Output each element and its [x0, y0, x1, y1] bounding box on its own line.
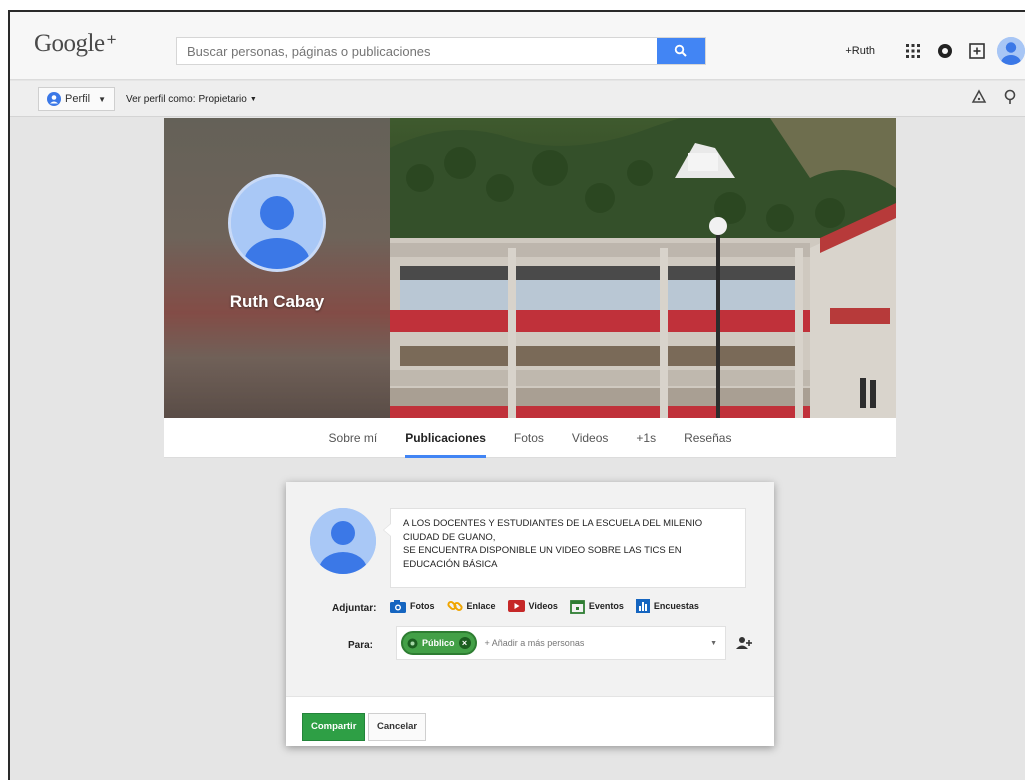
- share-top-button[interactable]: [961, 43, 993, 59]
- profile-subbar: Perfil ▼ Ver perfil como: Propietario ▼: [10, 81, 1025, 117]
- user-avatar-icon: [231, 177, 323, 269]
- tab-plus-ones[interactable]: +1s: [636, 418, 656, 458]
- search-button[interactable]: [657, 38, 705, 64]
- chevron-down-icon[interactable]: ▼: [710, 640, 717, 647]
- logo-text: Google: [34, 30, 105, 57]
- add-more-people-input[interactable]: + Añadir a más personas: [485, 638, 711, 648]
- view-as-value: Propietario: [198, 94, 247, 105]
- attach-video-button[interactable]: Videos: [507, 600, 558, 612]
- view-as-label: Ver perfil como:: [126, 94, 196, 105]
- top-bar: Google+ +Ruth: [10, 12, 1025, 80]
- link-icon: [446, 600, 463, 612]
- user-avatar-icon: [997, 37, 1025, 65]
- tab-sobre-mi[interactable]: Sobre mí: [329, 418, 378, 458]
- search-bar: [176, 37, 706, 65]
- post-text-area[interactable]: A LOS DOCENTES Y ESTUDIANTES DE LA ESCUE…: [383, 508, 746, 588]
- poll-icon: [635, 599, 650, 613]
- apps-button[interactable]: [897, 44, 929, 58]
- subbar-right: [971, 89, 1017, 105]
- topbar-right: +Ruth: [845, 37, 1025, 65]
- account-avatar[interactable]: [997, 37, 1025, 65]
- share-button[interactable]: Compartir: [302, 713, 366, 741]
- profile-avatar[interactable]: [228, 174, 326, 272]
- cover-photo: [390, 118, 896, 418]
- attach-event-label: Eventos: [588, 601, 624, 611]
- tab-resenas[interactable]: Reseñas: [684, 418, 731, 458]
- camera-icon: [390, 599, 406, 613]
- attach-poll-label: Encuestas: [653, 601, 699, 611]
- add-person-icon[interactable]: [736, 636, 752, 650]
- globe-icon: [407, 638, 418, 648]
- attach-poll-button[interactable]: Encuestas: [635, 599, 699, 613]
- profile-icon: [47, 92, 61, 106]
- browser-frame: Google+ +Ruth: [8, 10, 1025, 780]
- add-box-icon: [969, 43, 985, 59]
- attach-link-label: Enlace: [466, 601, 496, 611]
- location-pin-icon[interactable]: [1003, 89, 1017, 105]
- profile-name: Ruth Cabay: [229, 292, 325, 311]
- attach-photos-label: Fotos: [410, 601, 435, 611]
- profile-cover: Ruth Cabay: [164, 118, 896, 418]
- notifications-button[interactable]: [929, 43, 961, 59]
- notifications-icon: [938, 44, 952, 58]
- tab-publicaciones[interactable]: Publicaciones: [405, 418, 486, 458]
- triangle-icon[interactable]: [971, 89, 987, 105]
- attach-video-label: Videos: [528, 601, 558, 611]
- user-profile-link[interactable]: +Ruth: [845, 45, 875, 57]
- tab-fotos[interactable]: Fotos: [514, 418, 544, 458]
- search-icon: [674, 44, 687, 57]
- chevron-down-icon: ▼: [98, 94, 106, 104]
- audience-chip-label: Público: [422, 638, 455, 648]
- chevron-down-icon: ▼: [249, 96, 257, 103]
- logo-plus: +: [106, 30, 117, 49]
- share-actions: Compartir Cancelar: [286, 696, 774, 746]
- cancel-button[interactable]: Cancelar: [368, 713, 427, 741]
- tab-videos[interactable]: Videos: [572, 418, 608, 458]
- video-icon: [507, 600, 525, 612]
- share-box: A LOS DOCENTES Y ESTUDIANTES DE LA ESCUE…: [286, 482, 774, 746]
- perfil-label: Perfil: [65, 93, 91, 105]
- audience-chip-public[interactable]: Público ×: [401, 631, 477, 655]
- attach-event-button[interactable]: Eventos: [569, 599, 624, 614]
- profile-tabs: Sobre mí Publicaciones Fotos Videos +1s …: [164, 418, 896, 458]
- calendar-icon: [569, 599, 585, 614]
- audience-field[interactable]: Público × + Añadir a más personas ▼: [396, 626, 726, 660]
- close-icon[interactable]: ×: [458, 637, 471, 649]
- perfil-dropdown[interactable]: Perfil ▼: [38, 87, 115, 111]
- apps-grid-icon: [906, 44, 920, 58]
- attach-link-button[interactable]: Enlace: [446, 598, 496, 614]
- to-label: Para:: [348, 640, 374, 651]
- google-plus-logo[interactable]: Google +: [34, 30, 117, 58]
- attach-options: Fotos Enlace Videos Eventos Encuestas: [390, 598, 699, 614]
- user-avatar-icon: [310, 508, 376, 574]
- attach-photos-button[interactable]: Fotos: [390, 599, 435, 613]
- view-profile-as[interactable]: Ver perfil como: Propietario ▼: [126, 94, 257, 105]
- share-author-avatar: [310, 508, 376, 574]
- attach-label: Adjuntar:: [332, 603, 377, 614]
- search-input[interactable]: [177, 38, 657, 64]
